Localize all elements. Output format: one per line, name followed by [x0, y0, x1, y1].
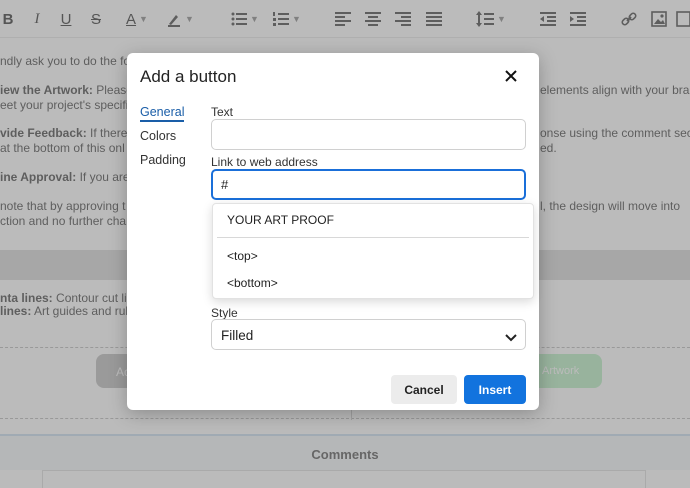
chevron-down-icon — [505, 330, 517, 345]
tab-general[interactable]: General — [140, 105, 185, 122]
style-select[interactable]: Filled — [211, 319, 526, 350]
style-select-value: Filled — [221, 328, 254, 343]
cancel-button[interactable]: Cancel — [391, 375, 457, 404]
link-label: Link to web address — [211, 155, 318, 169]
text-input[interactable] — [211, 119, 526, 150]
suggestion-your-art-proof[interactable]: YOUR ART PROOF — [227, 213, 334, 227]
suggestion-bottom[interactable]: <bottom> — [227, 276, 278, 290]
style-label: Style — [211, 306, 238, 320]
link-input[interactable] — [211, 169, 526, 200]
close-icon[interactable] — [501, 66, 521, 86]
add-button-dialog: Add a button General Colors Padding Text… — [127, 53, 539, 410]
insert-button[interactable]: Insert — [464, 375, 526, 404]
tab-padding[interactable]: Padding — [140, 153, 186, 167]
suggestion-top[interactable]: <top> — [227, 249, 258, 263]
tab-colors[interactable]: Colors — [140, 129, 176, 143]
link-suggestions-dropdown: YOUR ART PROOF <top> <bottom> — [212, 203, 534, 299]
text-label: Text — [211, 105, 234, 119]
dialog-title: Add a button — [140, 67, 237, 86]
dropdown-separator — [217, 237, 529, 238]
